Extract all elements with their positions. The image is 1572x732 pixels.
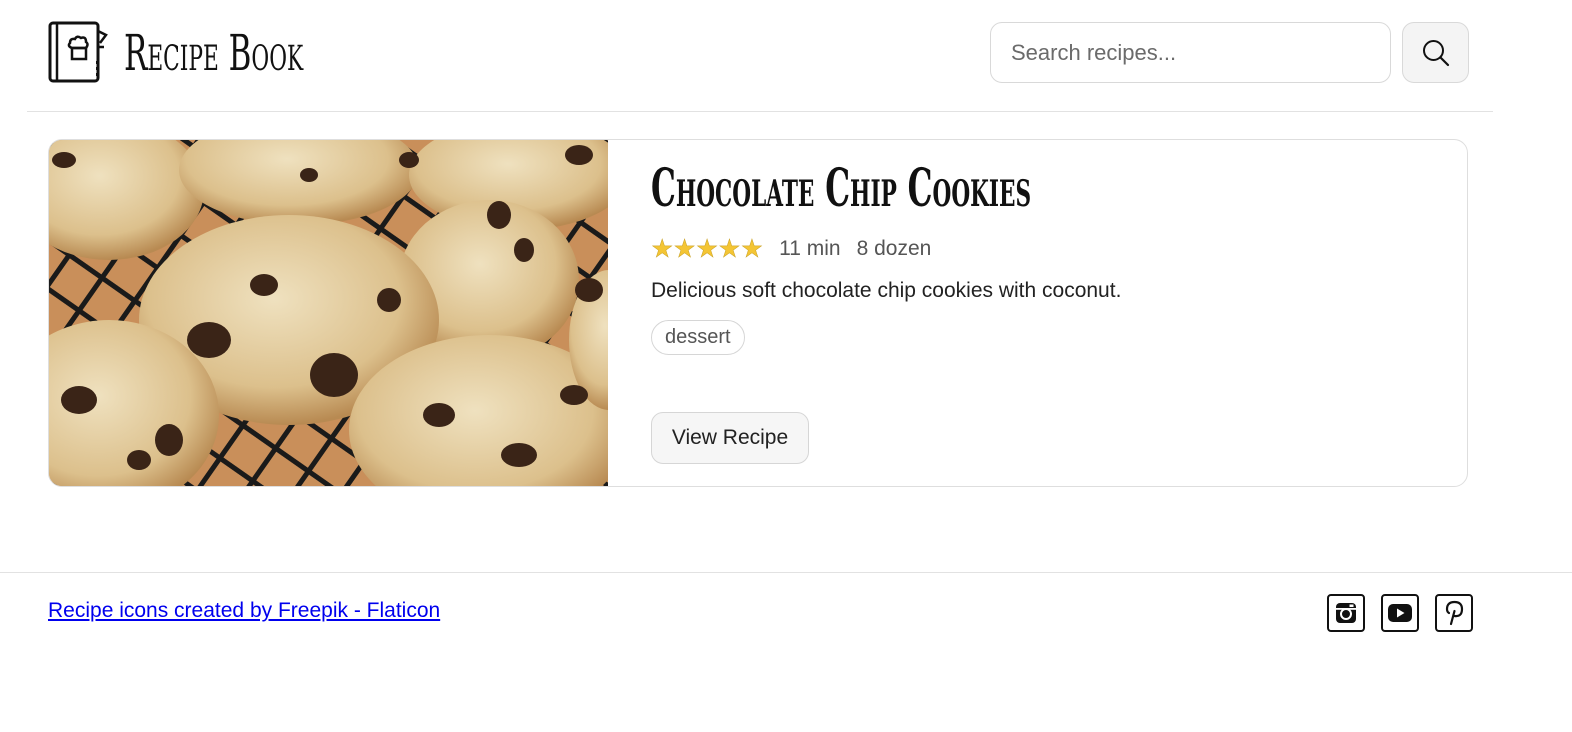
search-button[interactable] <box>1402 22 1469 83</box>
pinterest-icon <box>1445 600 1464 626</box>
recipe-image <box>49 140 608 486</box>
youtube-link[interactable] <box>1381 594 1419 632</box>
tag-badge[interactable]: dessert <box>651 320 745 355</box>
recipe-card: Chocolate Chip Cookies ★ ★ ★ ★ ★ 11 min … <box>48 139 1468 487</box>
pinterest-link[interactable] <box>1435 594 1473 632</box>
recipe-description: Delicious soft chocolate chip cookies wi… <box>651 279 1122 302</box>
recipe-meta: ★ ★ ★ ★ ★ 11 min 8 dozen <box>651 234 947 264</box>
search-input[interactable] <box>990 22 1391 83</box>
instagram-link[interactable] <box>1327 594 1365 632</box>
view-recipe-button[interactable]: View Recipe <box>651 412 809 464</box>
logo[interactable]: Recipe Book <box>48 21 413 85</box>
recipe-yield: 8 dozen <box>856 237 932 260</box>
site-footer: Recipe icons created by Freepik - Flatic… <box>0 572 1572 732</box>
recipe-title: Chocolate Chip Cookies <box>651 158 1032 219</box>
youtube-icon <box>1388 604 1412 622</box>
star-icon: ★ <box>695 235 719 264</box>
star-icon: ★ <box>718 235 741 264</box>
star-icon: ★ <box>740 235 764 264</box>
cook-time: 11 min <box>779 237 841 260</box>
instagram-icon <box>1336 603 1356 623</box>
star-icon: ★ <box>673 235 696 264</box>
recipe-details: Chocolate Chip Cookies ★ ★ ★ ★ ★ 11 min … <box>651 140 1467 486</box>
star-icon: ★ <box>651 235 674 264</box>
site-title: Recipe Book <box>124 24 304 82</box>
recipe-book-icon <box>48 21 108 83</box>
social-links <box>1327 594 1473 632</box>
credit-link[interactable]: Recipe icons created by Freepik - Flatic… <box>48 599 440 623</box>
search-icon <box>1422 39 1449 66</box>
rating-stars: ★ ★ ★ ★ ★ <box>651 234 764 264</box>
site-header: Recipe Book <box>27 0 1493 112</box>
